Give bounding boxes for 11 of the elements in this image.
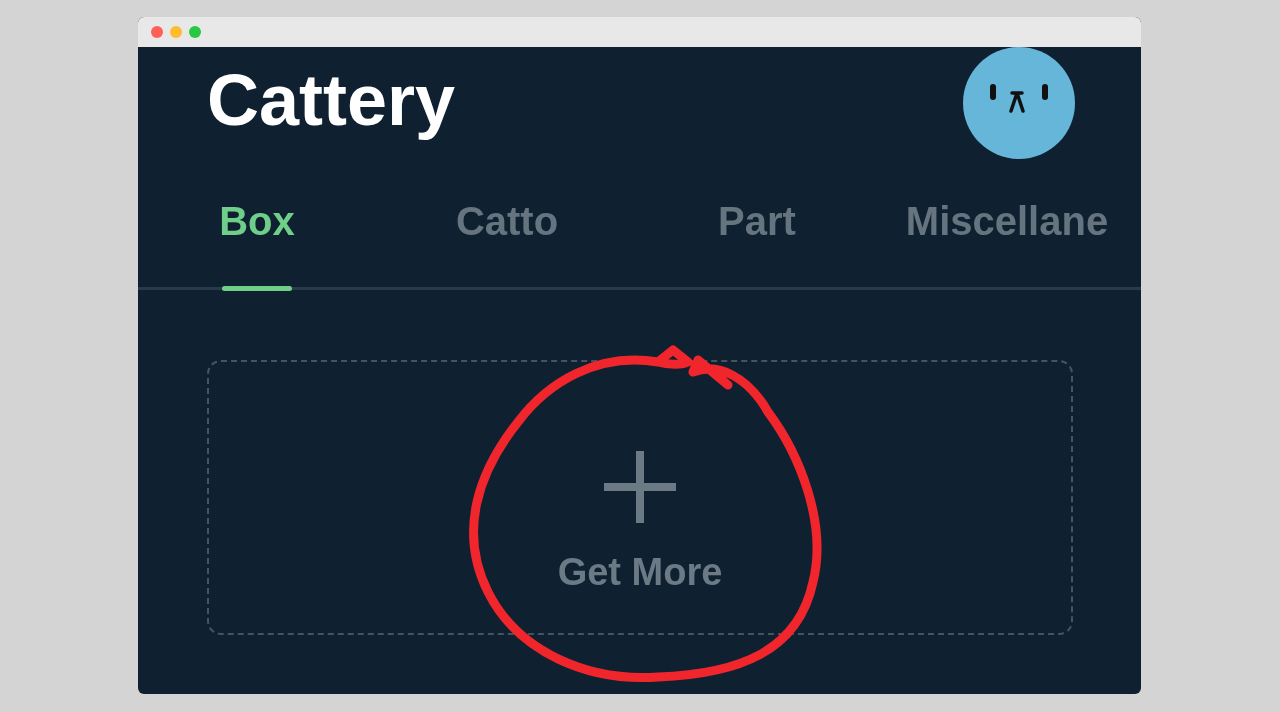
close-button[interactable] — [151, 26, 163, 38]
tab[interactable]: Part — [632, 155, 882, 287]
tab[interactable]: Catto — [382, 155, 632, 287]
add-card[interactable]: Get More — [207, 360, 1073, 635]
minimize-button[interactable] — [170, 26, 182, 38]
tab[interactable]: Miscellane — [882, 155, 1132, 287]
app-title: Cattery — [207, 61, 456, 141]
avatar-icon[interactable] — [963, 47, 1075, 159]
maximize-button[interactable] — [189, 26, 201, 38]
plus-icon — [604, 451, 676, 523]
card-label: Get More — [557, 551, 723, 594]
